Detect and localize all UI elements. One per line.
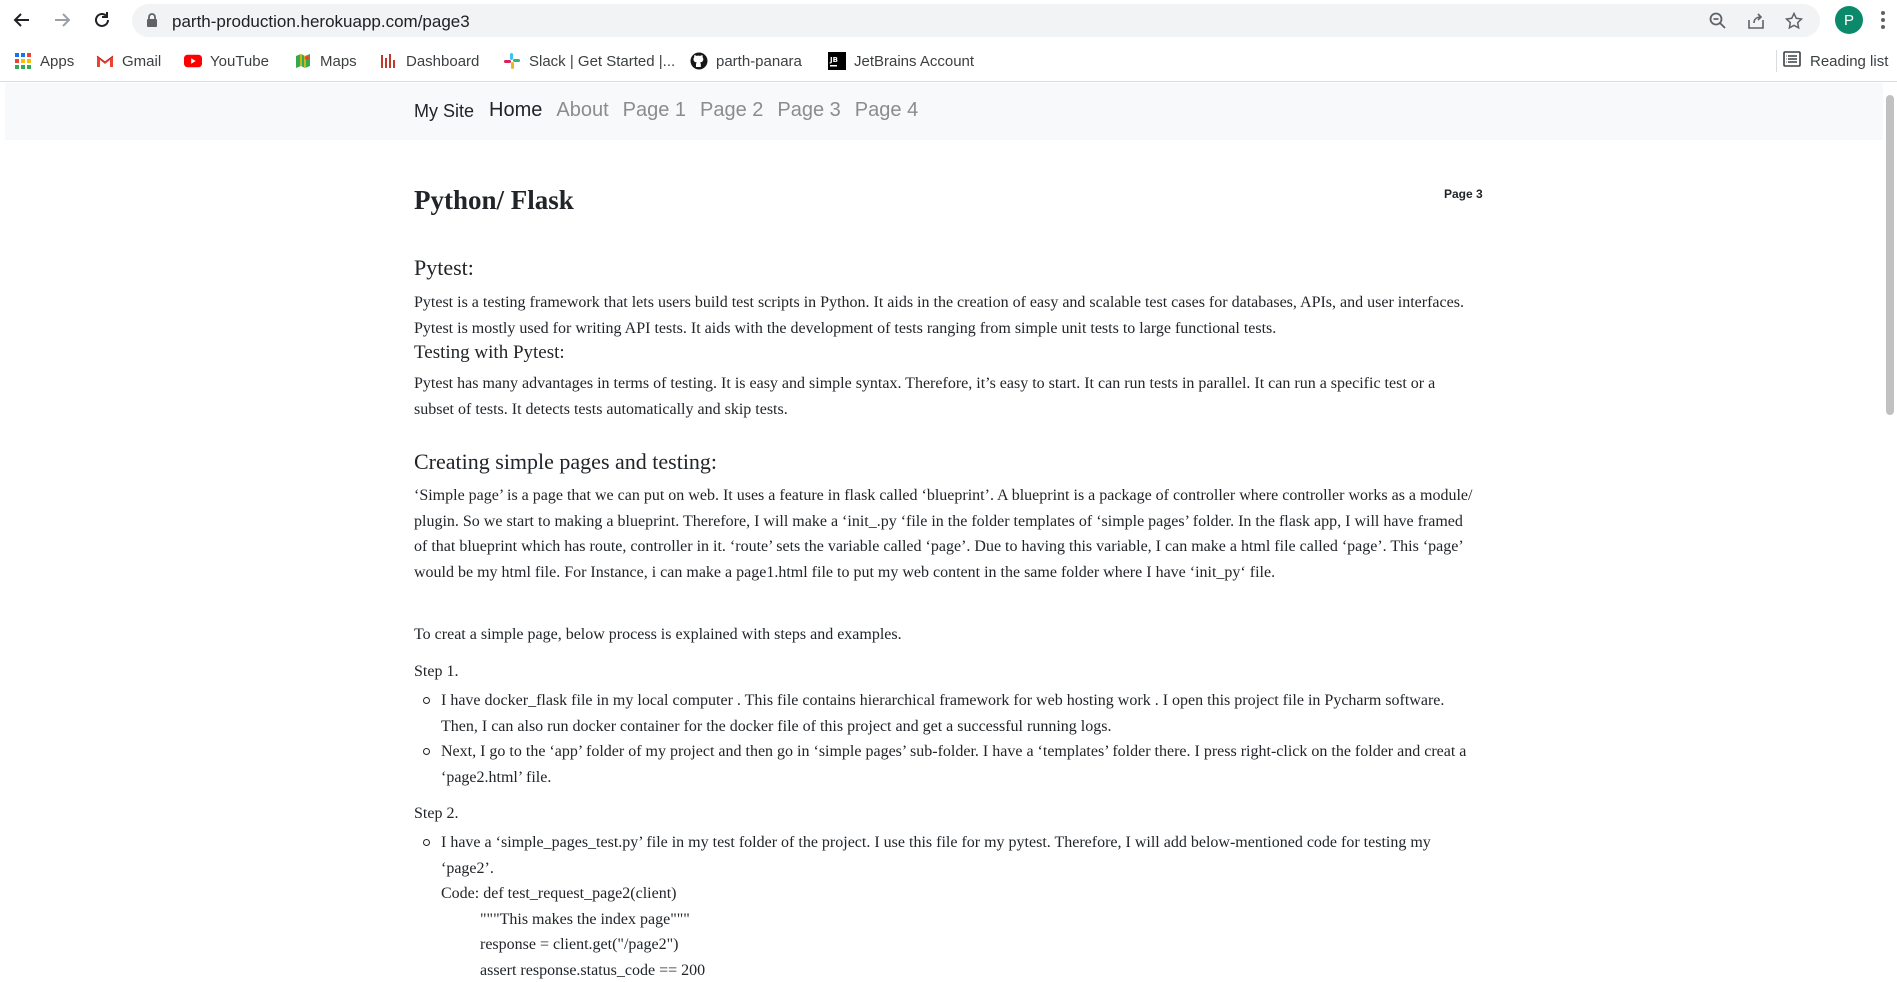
testing-heading: Testing with Pytest:: [414, 342, 565, 363]
browser-toolbar: parth-production.herokuapp.com/page3 P: [0, 0, 1897, 38]
step1-list: I have docker_flask file in my local com…: [414, 688, 1474, 790]
bookmarks-bar: Apps Gmail YouTube Maps Dashboard Slack …: [0, 40, 1897, 82]
bookmark-gmail[interactable]: Gmail: [96, 50, 161, 72]
apps-grid-icon: [14, 52, 32, 70]
jetbrains-icon: JB: [828, 52, 846, 70]
code-line: response = client.get("/page2"): [480, 936, 679, 953]
url-text[interactable]: parth-production.herokuapp.com/page3: [172, 12, 470, 32]
address-bar[interactable]: parth-production.herokuapp.com/page3: [132, 4, 1820, 37]
bookmark-slack[interactable]: Slack | Get Started |...: [503, 50, 675, 72]
step1-label: Step 1.: [414, 663, 459, 680]
nav-page-2[interactable]: Page 2: [700, 99, 763, 122]
zoom-icon[interactable]: [1708, 11, 1728, 31]
code-line: assert response.status_code == 200: [480, 961, 706, 979]
list-item: I have a ‘simple_pages_test.py’ file in …: [414, 830, 1474, 881]
bookmark-dashboard[interactable]: Dashboard: [380, 50, 479, 72]
bookmark-maps[interactable]: Maps: [294, 50, 357, 72]
bookmarks-divider: [1776, 50, 1777, 72]
bookmark-jetbrains[interactable]: JB JetBrains Account: [828, 50, 974, 72]
reading-list-icon: [1783, 51, 1801, 71]
forward-arrow-icon[interactable]: [48, 6, 76, 34]
back-arrow-icon[interactable]: [8, 6, 36, 34]
share-icon[interactable]: [1746, 11, 1766, 31]
bookmark-apps[interactable]: Apps: [14, 50, 74, 72]
reload-icon[interactable]: [88, 6, 116, 34]
nav-home[interactable]: Home: [489, 99, 542, 122]
nav-page-1[interactable]: Page 1: [623, 99, 686, 122]
scrollbar-thumb[interactable]: [1886, 95, 1894, 415]
site-brand[interactable]: My Site: [414, 101, 474, 122]
bookmark-youtube[interactable]: YouTube: [184, 50, 269, 72]
code-block: Code: def test_request_page2(client) """…: [441, 881, 705, 982]
creating-heading: Creating simple pages and testing:: [414, 449, 718, 474]
lock-icon[interactable]: [146, 13, 158, 33]
page-label: Page 3: [1444, 187, 1483, 201]
dashboard-icon: [380, 52, 398, 70]
site-navbar: My Site Home About Page 1 Page 2 Page 3 …: [5, 83, 1883, 140]
page-title: Python/ Flask: [414, 185, 574, 215]
nav-page-4[interactable]: Page 4: [855, 99, 918, 122]
bookmark-github[interactable]: parth-panara: [690, 50, 802, 72]
creating-paragraph: ‘Simple page’ is a page that we can put …: [414, 487, 1473, 581]
list-item: Next, I go to the ‘app’ folder of my pro…: [414, 739, 1474, 790]
maps-icon: [294, 52, 312, 70]
testing-paragraph: Pytest has many advantages in terms of t…: [414, 375, 1436, 418]
pytest-heading: Pytest:: [414, 255, 474, 280]
youtube-icon: [184, 52, 202, 70]
slack-icon: [503, 52, 521, 70]
list-item: I have docker_flask file in my local com…: [414, 688, 1474, 739]
pytest-paragraph: Pytest is a testing framework that lets …: [414, 294, 1464, 337]
code-line: Code: def test_request_page2(client): [441, 885, 677, 902]
page-viewport: My Site Home About Page 1 Page 2 Page 3 …: [0, 83, 1897, 982]
nav-about[interactable]: About: [556, 99, 608, 122]
github-icon: [690, 52, 708, 70]
step2-label: Step 2.: [414, 805, 459, 822]
step2-list: I have a ‘simple_pages_test.py’ file in …: [414, 830, 1474, 881]
process-paragraph: To creat a simple page, below process is…: [414, 626, 902, 643]
site-nav-links: Home About Page 1 Page 2 Page 3 Page 4: [489, 99, 918, 122]
more-menu-icon[interactable]: [1877, 8, 1889, 32]
gmail-icon: [96, 52, 114, 70]
reading-list-button[interactable]: Reading list: [1783, 50, 1888, 72]
svg-text:JB: JB: [829, 56, 838, 64]
bookmark-star-icon[interactable]: [1784, 11, 1804, 31]
code-line: """This makes the index page""": [480, 910, 690, 928]
page-scrollbar[interactable]: [1883, 83, 1897, 982]
nav-page-3[interactable]: Page 3: [777, 99, 840, 122]
profile-avatar[interactable]: P: [1835, 6, 1863, 34]
